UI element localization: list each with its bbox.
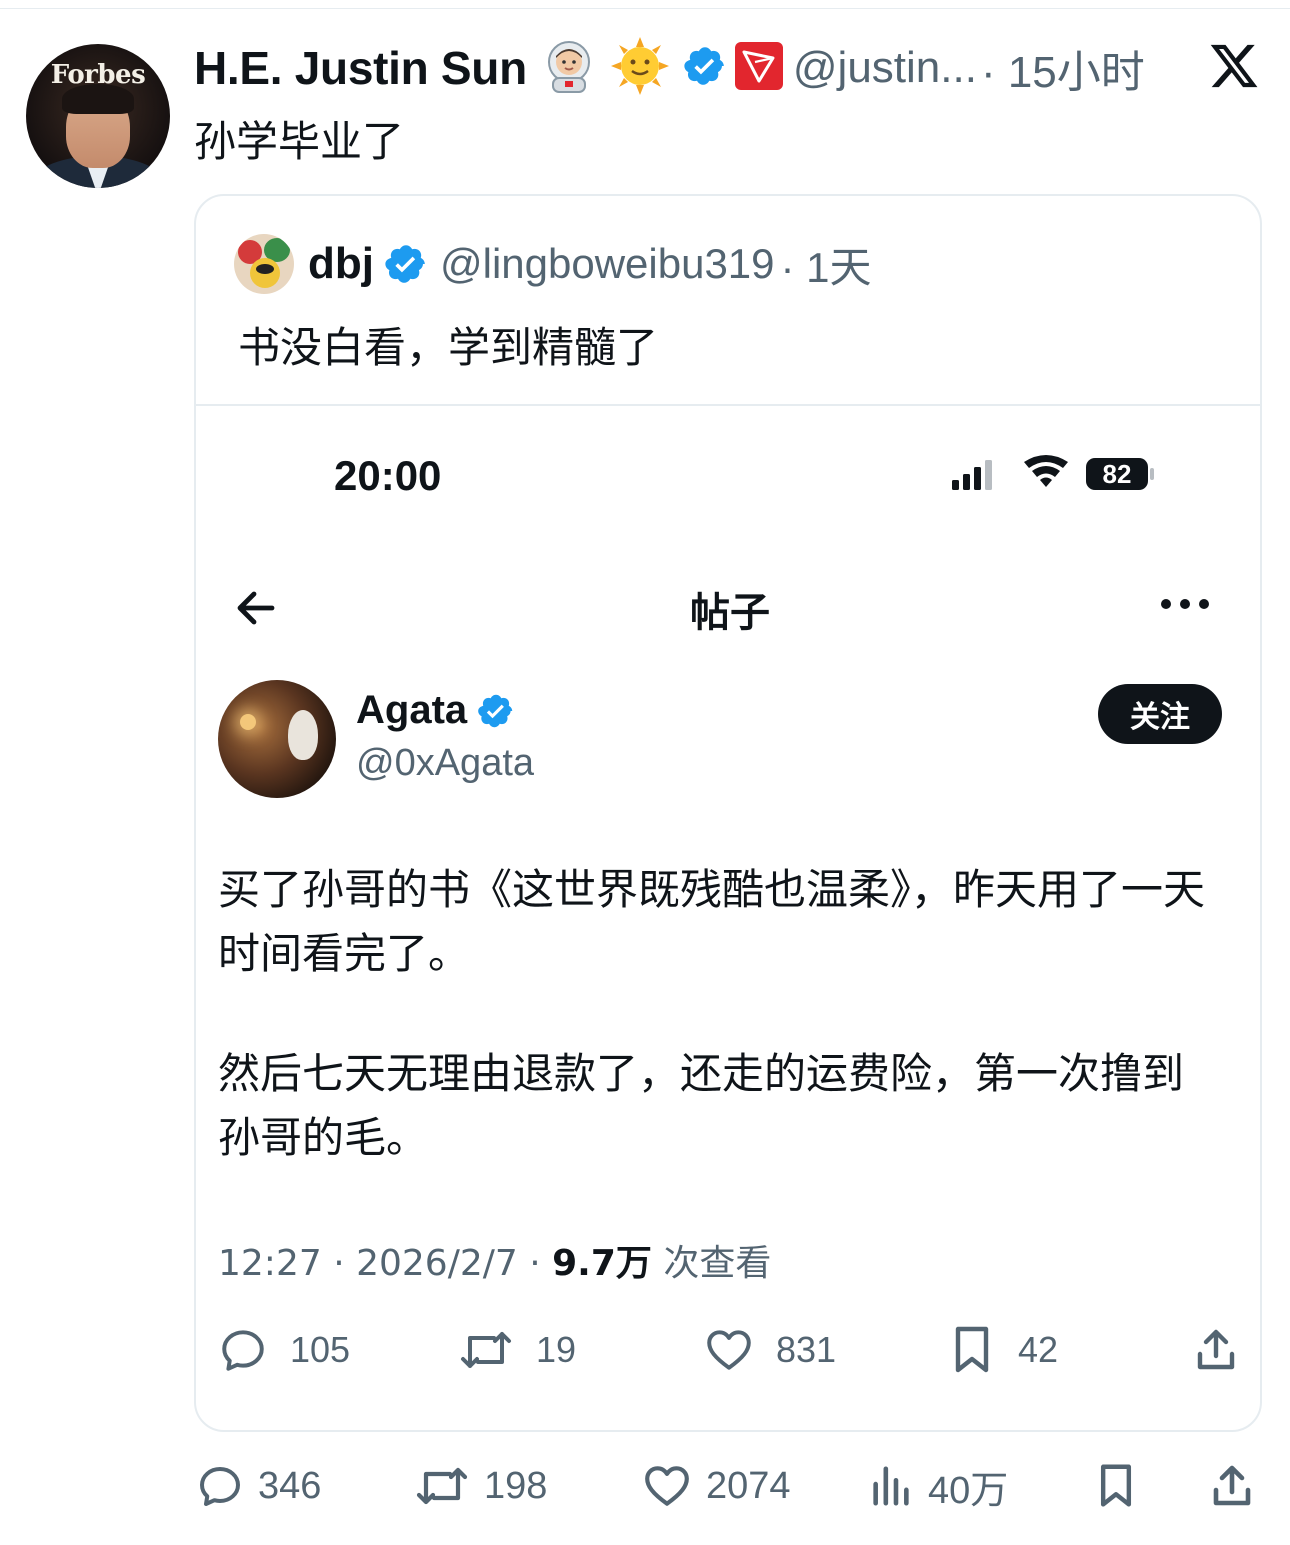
like-button[interactable]: 2074 — [642, 1458, 791, 1514]
view-count: 40万 — [928, 1469, 1009, 1512]
like-count: 831 — [776, 1329, 837, 1370]
reply-button[interactable]: 346 — [196, 1458, 321, 1514]
quoted-tweet-header: dbj @lingboweibu319 · 1天 — [234, 234, 872, 294]
retweet-count: 198 — [484, 1464, 548, 1507]
inner-bookmark-button[interactable]: 42 — [948, 1322, 1058, 1378]
top-divider — [0, 8, 1290, 9]
post-meta: 12:27 · 2026/2/7 · 9.7万 次查看 — [218, 1234, 771, 1286]
post-view-count: 9.7万 — [552, 1243, 652, 1284]
share-icon — [1197, 1329, 1235, 1370]
share-icon — [1213, 1465, 1251, 1506]
tweet-header: H.E. Justin Sun @justin... · 15小时 — [194, 36, 1145, 100]
quoted-tweet-card[interactable]: dbj @lingboweibu319 · 1天 书没白看，学到精髓了 20:0… — [194, 194, 1262, 1432]
status-bar-time: 20:00 — [334, 452, 442, 499]
author-name[interactable]: H.E. Justin Sun — [194, 41, 527, 95]
agata-post-text: 买了孙哥的书《这世界既残酷也温柔》，昨天用了一天时间看完了。 然后七天无理由退款… — [218, 858, 1218, 1170]
status-bar-icons: 82 — [952, 455, 1154, 490]
bookmark-count: 42 — [1018, 1329, 1059, 1370]
inner-share-button[interactable] — [1192, 1322, 1240, 1378]
post-timestamp: 12:27 · 2026/2/7 · — [218, 1243, 553, 1284]
signal-icon — [952, 460, 992, 490]
views-chart-icon — [873, 1466, 909, 1506]
more-options-icon[interactable] — [1158, 594, 1212, 614]
inner-retweet-button[interactable]: 19 — [458, 1322, 576, 1378]
retweet-count: 19 — [536, 1329, 577, 1370]
tweet-time[interactable]: · 15小时 — [981, 36, 1145, 100]
reply-count: 105 — [290, 1329, 351, 1370]
quoted-author-avatar[interactable] — [234, 234, 294, 294]
quote-divider — [196, 404, 1260, 406]
astronaut-icon — [541, 38, 597, 98]
avatar-forbes-logo: Forbes — [50, 60, 146, 90]
quoted-tweet-time: · 1天 — [780, 243, 872, 291]
heart-icon — [707, 1330, 751, 1370]
agata-name-row: Agata — [356, 688, 515, 733]
battery-level: 82 — [1103, 459, 1132, 489]
inner-action-bar: 105 19 831 42 — [196, 1322, 1260, 1378]
heart-icon — [645, 1466, 689, 1506]
reply-count: 346 — [258, 1464, 322, 1507]
wifi-icon — [1024, 455, 1068, 487]
agata-name[interactable]: Agata — [356, 688, 467, 733]
retweet-icon — [416, 1467, 468, 1505]
post-paragraph: 然后七天无理由退款了，还走的运费险，第一次撸到孙哥的毛。 — [218, 1049, 1185, 1162]
share-button[interactable] — [1208, 1458, 1256, 1514]
follow-button[interactable]: 关注 — [1098, 684, 1222, 744]
views-button[interactable]: 40万 — [868, 1458, 1008, 1514]
post-paragraph: 买了孙哥的书《这世界既残酷也温柔》，昨天用了一天时间看完了。 — [218, 865, 1206, 978]
agata-handle[interactable]: @0xAgata — [356, 742, 534, 785]
verified-badge-icon — [683, 44, 727, 92]
bookmark-icon — [955, 1326, 989, 1373]
verified-badge-icon — [384, 242, 428, 286]
bookmark-icon — [1100, 1464, 1132, 1507]
quoted-author-handle[interactable]: @lingboweibu319 — [440, 240, 775, 288]
retweet-button[interactable]: 198 — [414, 1458, 547, 1514]
retweet-icon — [461, 1332, 511, 1368]
tron-logo-icon — [734, 42, 783, 94]
reply-icon — [222, 1330, 264, 1371]
quoted-author-name[interactable]: dbj — [308, 239, 374, 289]
tweet-text: 孙学毕业了 — [194, 117, 405, 166]
reply-icon — [200, 1467, 240, 1506]
like-count: 2074 — [706, 1464, 791, 1507]
x-logo-icon[interactable] — [1208, 40, 1260, 92]
agata-avatar[interactable] — [218, 680, 336, 798]
inner-like-button[interactable]: 831 — [704, 1322, 836, 1378]
author-handle[interactable]: @justin... — [793, 43, 977, 93]
verified-badge-icon — [477, 692, 515, 730]
sun-face-icon — [610, 37, 669, 99]
battery-icon: 82 — [1086, 458, 1154, 490]
quoted-tweet-text: 书没白看，学到精髓了 — [238, 323, 659, 372]
back-arrow-icon[interactable] — [232, 584, 280, 632]
inner-reply-button[interactable]: 105 — [218, 1322, 350, 1378]
bookmark-button[interactable] — [1094, 1458, 1138, 1514]
author-avatar[interactable]: Forbes — [26, 44, 170, 188]
action-bar: 346 198 2074 40万 — [0, 1458, 1290, 1514]
page-title: 帖子 — [690, 590, 770, 636]
post-view-label: 次查看 — [651, 1243, 772, 1284]
